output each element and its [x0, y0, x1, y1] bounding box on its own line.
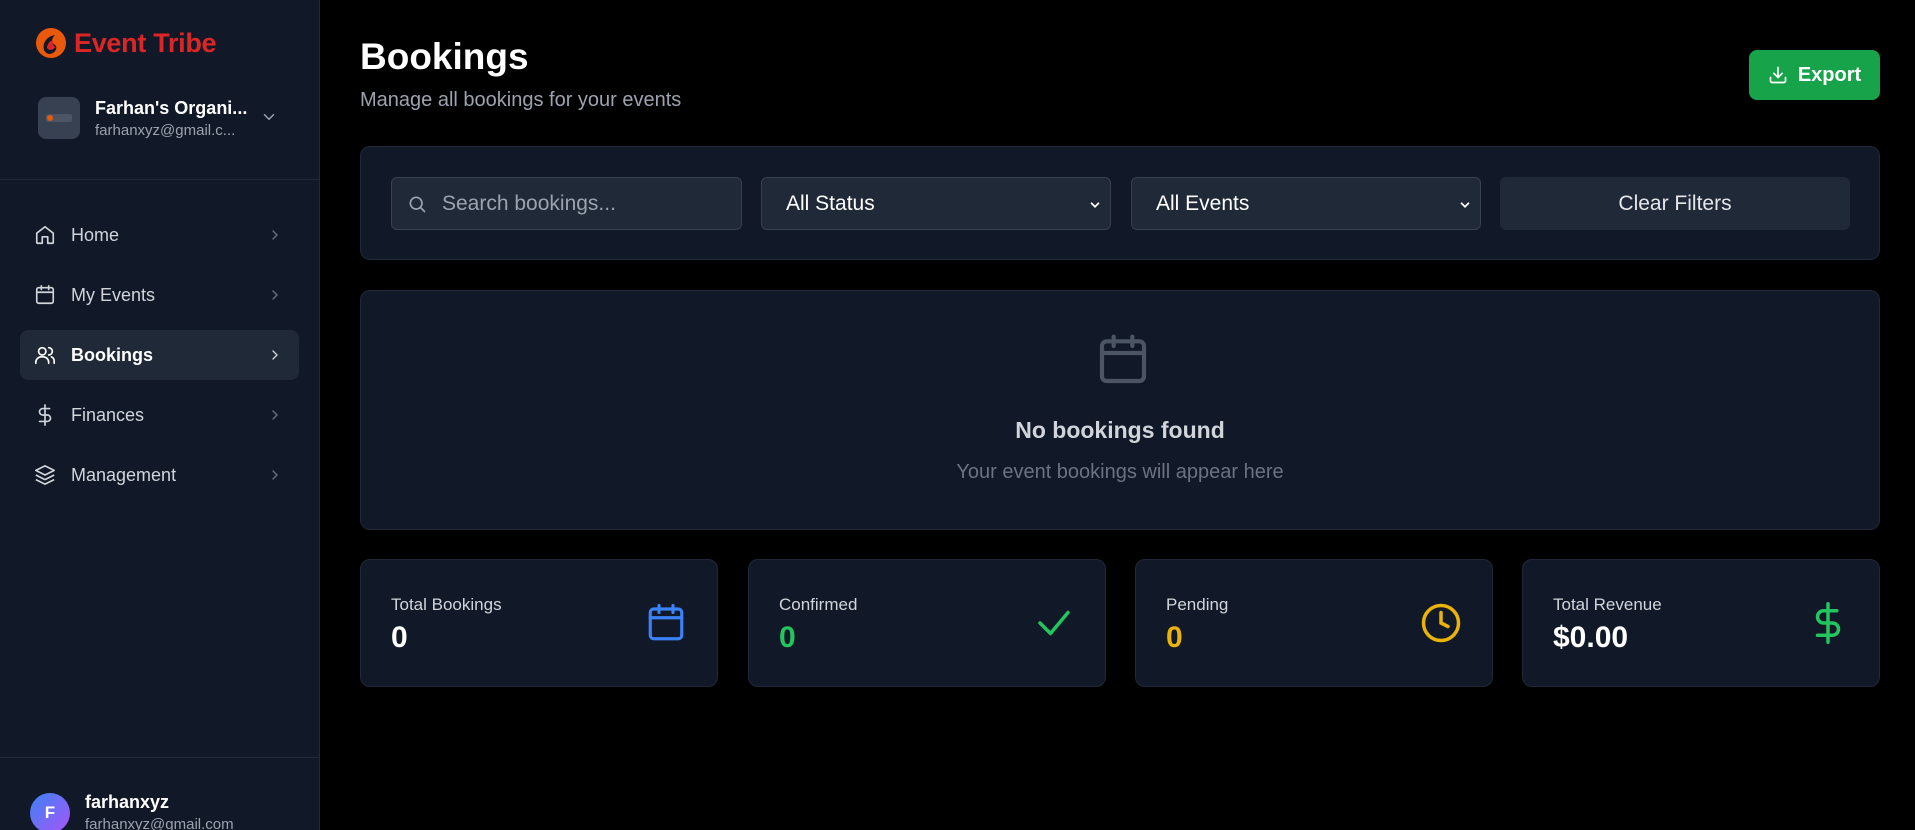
events-select-value: All Events [1156, 191, 1250, 215]
sidebar-item-home[interactable]: Home [20, 210, 299, 260]
stat-value: 0 [779, 621, 796, 654]
sidebar-item-bookings[interactable]: Bookings [20, 330, 299, 380]
check-icon [1038, 610, 1070, 636]
brand-name: Event Tribe [74, 27, 217, 58]
chevron-down-icon [1090, 202, 1100, 208]
sidebar-item-management[interactable]: Management [20, 450, 299, 500]
stat-card-total-bookings: Total Bookings 0 [360, 559, 718, 687]
chevron-right-icon [272, 290, 278, 300]
sidebar-item-label: Bookings [71, 344, 154, 365]
sidebar-item-label: Management [71, 464, 177, 485]
search-input[interactable] [442, 191, 722, 216]
empty-state: No bookings found Your event bookings wi… [360, 290, 1880, 530]
events-select[interactable]: All Events [1131, 177, 1481, 230]
stat-label: Total Bookings [391, 595, 502, 614]
stat-value: 0 [1166, 621, 1183, 654]
calendar-icon [35, 285, 55, 305]
status-select[interactable]: All Status [761, 177, 1111, 230]
search-box[interactable] [391, 177, 742, 230]
status-select-value: All Status [786, 191, 875, 215]
layers-icon [35, 465, 55, 485]
sidebar-divider [0, 179, 320, 180]
sidebar-nav: Home My Events Bookings Finances Managem… [20, 210, 299, 510]
stat-card-pending: Pending 0 [1135, 559, 1493, 687]
page-title: Bookings [360, 36, 529, 77]
empty-state-subtitle: Your event bookings will appear here [956, 461, 1284, 483]
clock-icon [1421, 603, 1461, 643]
calendar-icon [1099, 334, 1147, 384]
sidebar-item-label: My Events [71, 284, 156, 305]
chevron-down-icon [1460, 202, 1470, 208]
stat-value: $0.00 [1553, 621, 1629, 654]
brand-logo[interactable]: Event Tribe [34, 26, 217, 60]
stat-label: Total Revenue [1553, 595, 1662, 614]
user-name: farhanxyz [85, 792, 170, 812]
sidebar-item-finances[interactable]: Finances [20, 390, 299, 440]
home-icon [35, 225, 55, 245]
stat-value: 0 [391, 621, 408, 654]
org-name: Farhan's Organi... [95, 97, 248, 118]
dollar-icon [38, 404, 52, 426]
users-icon [35, 346, 55, 365]
export-label: Export [1797, 63, 1862, 86]
page-subtitle: Manage all bookings for your events [360, 89, 682, 111]
sidebar-item-label: Home [71, 224, 120, 245]
chevron-right-icon [272, 470, 278, 480]
chevron-right-icon [272, 230, 278, 240]
user-profile[interactable]: F farhanxyz farhanxyz@gmail.com [0, 757, 320, 830]
download-icon [1769, 66, 1787, 84]
search-icon [409, 196, 426, 212]
clear-filters-button[interactable]: Clear Filters [1500, 177, 1850, 230]
export-button[interactable]: Export [1749, 50, 1880, 100]
chevron-right-icon [272, 350, 278, 360]
filters-panel: All Status All Events Clear Filters [360, 146, 1880, 260]
sidebar: Event Tribe Farhan's Organi... farhanxyz… [0, 0, 320, 830]
user-email: farhanxyz@gmail.com [85, 816, 234, 830]
chevron-right-icon [272, 410, 278, 420]
org-avatar [38, 97, 80, 139]
flame-logo-icon [36, 28, 66, 58]
sidebar-item-label: Finances [71, 404, 145, 425]
chevron-down-icon[interactable] [260, 108, 278, 126]
stat-card-total-revenue: Total Revenue $0.00 [1522, 559, 1880, 687]
org-email: farhanxyz@gmail.c... [95, 121, 236, 139]
sidebar-item-my-events[interactable]: My Events [20, 270, 299, 320]
stat-label: Pending [1166, 595, 1229, 614]
calendar-icon [648, 603, 684, 641]
avatar: F [30, 793, 70, 830]
stat-card-confirmed: Confirmed 0 [748, 559, 1106, 687]
stat-label: Confirmed [779, 595, 858, 614]
empty-state-title: No bookings found [1015, 417, 1225, 443]
organization-switcher[interactable]: Farhan's Organi... farhanxyz@gmail.c... [38, 96, 288, 140]
dollar-icon [1815, 602, 1841, 644]
